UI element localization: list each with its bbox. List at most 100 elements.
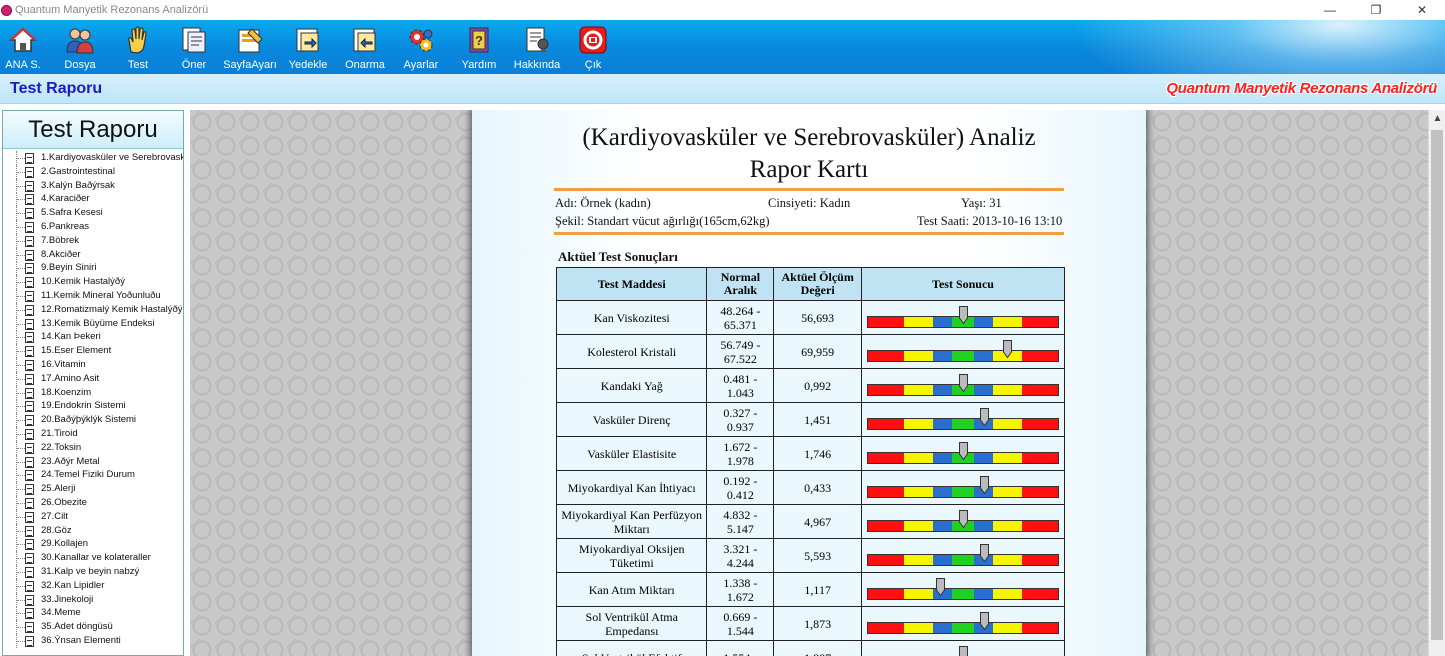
tree-item[interactable]: 13.Kemik Büyüme Endeksi: [3, 316, 183, 331]
tree-item-label: 30.Kanallar ve kolateraller: [41, 552, 151, 564]
toolbar-restore-button[interactable]: Onarma: [344, 20, 386, 74]
toolbar-about-button[interactable]: Hakkında: [512, 20, 562, 74]
tree-item[interactable]: 23.Aðýr Metal: [3, 454, 183, 469]
document-icon: [25, 332, 34, 344]
tree-item-label: 3.Kalýn Baðýrsak: [41, 179, 115, 191]
gauge-segment: [932, 418, 952, 429]
gauge-pointer-icon: [959, 373, 968, 392]
tree-item[interactable]: 3.Kalýn Baðýrsak: [3, 178, 183, 193]
tree-item[interactable]: 18.Koenzim: [3, 385, 183, 400]
patient-gender: Cinsiyeti: Kadın: [768, 196, 851, 210]
tree-item[interactable]: 20.Baðýþýklýk Sistemi: [3, 413, 183, 427]
tree-item[interactable]: 32.Kan Lipidler: [3, 578, 183, 593]
tree-item[interactable]: 4.Karaciðer: [3, 192, 183, 207]
gauge-segment: [974, 520, 994, 531]
tree-item[interactable]: 5.Safra Kesesi: [3, 206, 183, 220]
tree-connector: [17, 489, 25, 491]
tree-item-label: 27.Cilt: [41, 510, 68, 522]
tree-item[interactable]: 35.Adet döngüsü: [3, 620, 183, 634]
tree-item[interactable]: 2.Gastrointestinal: [3, 164, 183, 179]
close-button[interactable]: ✕: [1399, 0, 1445, 20]
document-icon: [25, 166, 34, 178]
tree-item[interactable]: 16.Vitamin: [3, 357, 183, 372]
tree-item[interactable]: 24.Temel Fiziki Durum: [3, 468, 183, 483]
body-shape: Şekil: Standart vücut ağırlığı(165cm,62k…: [555, 214, 770, 228]
tree-item-label: 4.Karaciðer: [41, 193, 90, 205]
tree-item-label: 14.Kan Þekeri: [41, 331, 101, 343]
scroll-up-icon[interactable]: ▲: [1429, 110, 1445, 127]
tree-item[interactable]: 17.Amino Asit: [3, 371, 183, 386]
maximize-button[interactable]: ❐: [1353, 0, 1399, 20]
toolbar-suggest-button[interactable]: Öner: [178, 20, 210, 74]
tree-connector: [17, 323, 25, 325]
toolbar-help-button[interactable]: ? Yardım: [460, 20, 498, 74]
toolbar-settings-button[interactable]: Ayarlar: [403, 20, 439, 74]
tree-item-label: 35.Adet döngüsü: [41, 621, 113, 633]
minimize-button[interactable]: —: [1307, 0, 1353, 20]
toolbar-test-button[interactable]: Test: [122, 20, 154, 74]
cell-item: Kolesterol Kristali: [555, 334, 708, 369]
tree-item[interactable]: 27.Cilt: [3, 509, 183, 524]
gauge-segment: [904, 418, 933, 429]
tree-item[interactable]: 14.Kan Þekeri: [3, 330, 183, 345]
tree-item[interactable]: 22.Toksin: [3, 440, 183, 455]
gauge-segment: [868, 350, 905, 361]
document-icon: [25, 235, 34, 247]
scroll-thumb[interactable]: [1431, 130, 1443, 640]
tree-item[interactable]: 19.Endokrin Sistemi: [3, 399, 183, 414]
tree-item[interactable]: 6.Pankreas: [3, 219, 183, 234]
tree-item[interactable]: 33.Jinekoloji: [3, 592, 183, 607]
tree-item[interactable]: 10.Kemik Hastalýðý: [3, 275, 183, 289]
report-title-line1: (Kardiyovasküler ve Serebrovasküler) Ana…: [582, 124, 1036, 151]
toolbar-home-button[interactable]: ANA S.: [5, 20, 41, 74]
toolbar-exit-button[interactable]: Çık: [576, 20, 610, 74]
tree-connector: [17, 516, 25, 518]
tree-item[interactable]: 29.Kollajen: [3, 537, 183, 552]
gauge-segment: [1021, 588, 1058, 599]
toolbar-label: Dosya: [64, 59, 96, 71]
tree-connector: [17, 613, 25, 615]
result-gauge: [867, 339, 1059, 362]
result-gauge: [867, 509, 1059, 532]
col-header-result: Test Sonucu: [861, 267, 1065, 301]
tree-item[interactable]: 34.Meme: [3, 606, 183, 621]
tree-item-label: 19.Endokrin Sistemi: [41, 400, 126, 412]
report-page: (Kardiyovasküler ve Serebrovasküler) Ana…: [472, 110, 1146, 656]
tree-item[interactable]: 28.Göz: [3, 523, 183, 538]
patient-age: Yaşı: 31: [961, 196, 1002, 210]
tree-item[interactable]: 15.Eser Element: [3, 344, 183, 358]
tree-item[interactable]: 12.Romatizmalý Kemik Hastalýðý: [3, 302, 183, 317]
document-icon: [25, 553, 34, 565]
tree-item[interactable]: 36.Ýnsan Elementi: [3, 633, 183, 648]
table-row: Kandaki Yağ 0.481 - 1.043 0,992: [555, 368, 1065, 403]
tree-connector: [17, 282, 25, 284]
gauge-segment: [904, 520, 933, 531]
tree-item-label: 21.Tiroid: [41, 427, 78, 439]
restore-icon: [350, 25, 380, 55]
tree-item[interactable]: 11.Kemik Mineral Yoðunluðu: [3, 288, 183, 303]
tree-item[interactable]: 9.Beyin Siniri: [3, 261, 183, 276]
tree-item[interactable]: 1.Kardiyovasküler ve Serebrovask: [3, 151, 183, 165]
tree-connector: [17, 461, 25, 463]
tree-item[interactable]: 21.Tiroid: [3, 426, 183, 441]
gauge-segment: [868, 588, 905, 599]
result-gauge: [867, 305, 1059, 328]
tree-item[interactable]: 31.Kalp ve beyin nabzý: [3, 564, 183, 579]
toolbar-file-button[interactable]: Dosya: [62, 20, 98, 74]
tree-item[interactable]: 26.Obezite: [3, 495, 183, 510]
tree-item[interactable]: 30.Kanallar ve kolateraller: [3, 551, 183, 565]
vertical-scrollbar[interactable]: ▲: [1428, 110, 1445, 656]
tree-item-label: 16.Vitamin: [41, 358, 86, 370]
tree-item[interactable]: 8.Akciðer: [3, 247, 183, 262]
gauge-segment: [974, 588, 994, 599]
section-title: Aktüel Test Sonuçları: [558, 249, 678, 264]
gauge-segment: [932, 622, 952, 633]
gauge-segment: [951, 554, 975, 565]
about-icon: [522, 25, 552, 55]
tree-item[interactable]: 25.Alerji: [3, 482, 183, 496]
divider: [554, 232, 1064, 235]
toolbar-page-setup-button[interactable]: SayfaAyarı: [223, 20, 277, 74]
tree-item-label: 28.Göz: [41, 524, 72, 536]
toolbar-backup-button[interactable]: Yedekle: [287, 20, 329, 74]
tree-item[interactable]: 7.Böbrek: [3, 233, 183, 248]
